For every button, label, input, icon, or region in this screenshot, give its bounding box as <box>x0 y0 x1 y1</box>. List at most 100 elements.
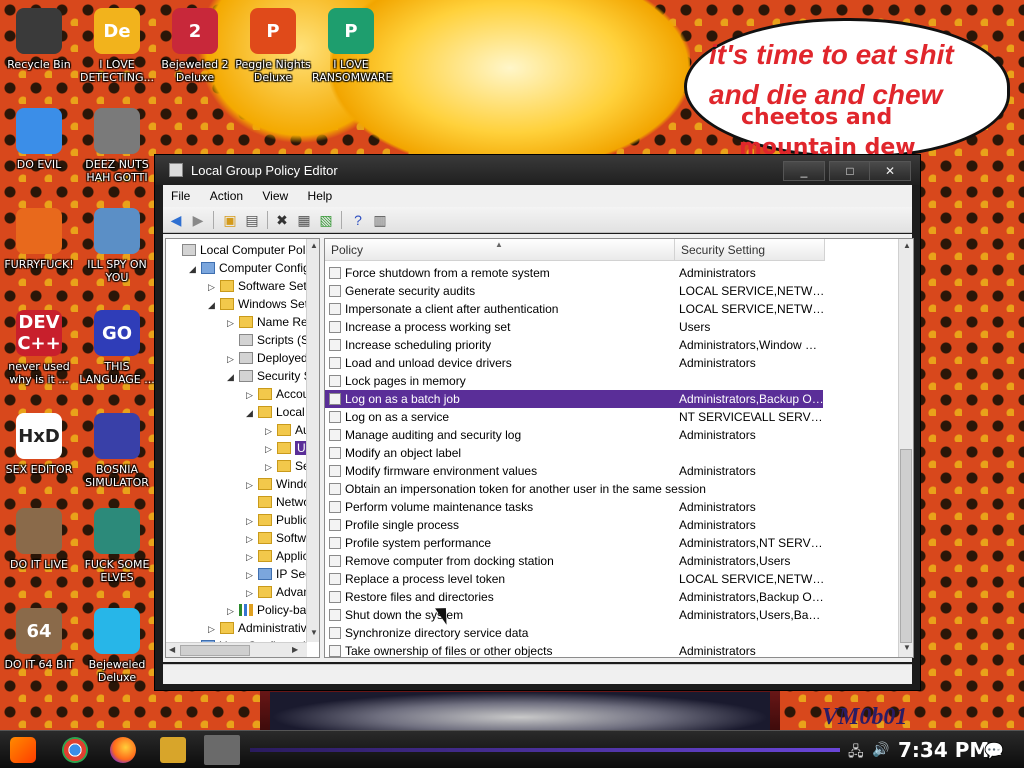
up-folder-icon[interactable]: ▣ <box>221 211 239 229</box>
column-header-security-setting[interactable]: Security Setting <box>675 239 825 261</box>
desktop-icon[interactable]: ILL SPY ON YOU <box>78 208 156 284</box>
tree-expander-icon[interactable]: ▷ <box>246 530 258 548</box>
show-hide-tree-icon[interactable]: ▤ <box>243 211 261 229</box>
policy-row[interactable]: Load and unload device drivers Administra… <box>325 354 905 372</box>
tree-expander-icon[interactable]: ◢ <box>227 368 239 386</box>
menu-help[interactable]: Help <box>300 185 341 203</box>
policy-row[interactable]: Force shutdown from a remote system Admin… <box>325 264 905 282</box>
tree-node[interactable]: ▷ Applica <box>246 547 315 565</box>
policy-row[interactable]: Perform volume maintenance tasks Administ… <box>325 498 905 516</box>
policy-row[interactable]: Increase scheduling priority Administrato… <box>325 336 905 354</box>
desktop-icon[interactable]: 2 Bejeweled 2 Deluxe <box>156 8 234 84</box>
file-explorer-taskbar-icon[interactable] <box>160 737 186 763</box>
desktop-icon[interactable]: BOSNIA SIMULATOR <box>78 413 156 489</box>
tree-expander-icon[interactable]: ▷ <box>227 350 239 368</box>
back-icon[interactable]: ◀ <box>167 211 185 229</box>
policy-row[interactable]: Generate security audits LOCAL SERVICE,NE… <box>325 282 905 300</box>
desktop-icon[interactable]: P Peggle Nights Deluxe <box>234 8 312 84</box>
tree-node[interactable]: ▷ Software Setti <box>208 277 313 295</box>
tree-node[interactable]: Networ <box>246 493 314 511</box>
forward-icon[interactable]: ▶ <box>189 211 207 229</box>
menu-action[interactable]: Action <box>202 185 251 203</box>
properties-icon[interactable]: ▦ <box>295 211 313 229</box>
group-policy-taskbar-icon[interactable] <box>204 735 240 765</box>
title-bar[interactable]: Local Group Policy Editor _ □ ✕ <box>155 155 920 185</box>
policy-row[interactable]: Lock pages in memory <box>325 372 905 390</box>
desktop-icon[interactable]: FUCK SOME ELVES <box>78 508 156 584</box>
tree-vertical-scrollbar[interactable]: ▲ ▼ <box>306 239 319 642</box>
desktop-icon[interactable]: HxD SEX EDITOR <box>0 413 78 476</box>
policy-name-text: Lock pages in memory <box>345 374 466 388</box>
policy-row[interactable]: Modify firmware environment values Admini… <box>325 462 905 480</box>
tree-expander-icon[interactable]: ▷ <box>208 278 220 296</box>
policy-row[interactable]: Modify an object label <box>325 444 905 462</box>
tree-expander-icon[interactable]: ◢ <box>208 296 220 314</box>
start-button-icon[interactable] <box>10 737 36 763</box>
desktop-icon[interactable]: De I LOVE DETECTING... <box>78 8 156 84</box>
policy-row[interactable]: Synchronize directory service data <box>325 624 905 642</box>
policy-row[interactable]: Remove computer from docking station Admi… <box>325 552 905 570</box>
desktop-icon[interactable]: GO THIS LANGUAGE ... <box>78 310 156 386</box>
minimize-button[interactable]: _ <box>783 161 825 181</box>
volume-icon[interactable]: 🔊 <box>872 741 889 758</box>
tree-expander-icon[interactable]: ▷ <box>265 458 277 476</box>
policy-row[interactable]: Manage auditing and security log Administ… <box>325 426 905 444</box>
tree-expander-icon[interactable]: ▷ <box>227 314 239 332</box>
policy-row[interactable]: Restore files and directories Administrat… <box>325 588 905 606</box>
tree-node[interactable]: Scripts (St <box>227 331 312 349</box>
chrome-taskbar-icon[interactable] <box>62 737 88 763</box>
policy-row[interactable]: Take ownership of files or other objects… <box>325 642 905 657</box>
tree-expander-icon[interactable]: ▷ <box>246 476 258 494</box>
tree-node[interactable]: ▷ Administrative <box>208 619 313 637</box>
tree-expander-icon[interactable]: ▷ <box>265 440 277 458</box>
desktop-icon[interactable]: DEV C++ never used why is it ... <box>0 310 78 386</box>
delete-icon[interactable]: ✖ <box>273 211 291 229</box>
tree-node-label: Administrative <box>238 621 314 635</box>
list-vertical-scrollbar[interactable]: ▲ ▼ <box>898 239 913 657</box>
tree-expander-icon[interactable]: ◢ <box>246 404 258 422</box>
desktop-icon[interactable]: 64 DO IT 64 BIT <box>0 608 78 671</box>
network-icon[interactable]: 🖧 <box>848 741 864 765</box>
desktop-icon[interactable]: P I LOVE RANSOMWARE <box>312 8 392 84</box>
policy-row[interactable]: Obtain an impersonation token for anothe… <box>325 480 905 498</box>
tree-node[interactable]: Local Computer Policy <box>170 241 319 259</box>
tree-node[interactable]: ◢ Security S <box>227 367 312 385</box>
policy-row[interactable]: Increase a process working set Users <box>325 318 905 336</box>
tree-expander-icon[interactable]: ◢ <box>189 260 201 278</box>
tree-expander-icon[interactable]: ▷ <box>208 620 220 638</box>
clock[interactable]: 7:34 PM <box>898 738 989 762</box>
tree-expander-icon[interactable]: ▷ <box>246 548 258 566</box>
close-button[interactable]: ✕ <box>869 161 911 181</box>
tree-node[interactable]: ▷ Accou <box>246 385 309 403</box>
desktop-icon[interactable]: DEEZ NUTS HAH GOTTI <box>78 108 156 184</box>
help-icon[interactable]: ? <box>349 211 367 229</box>
desktop-icon[interactable]: Bejeweled Deluxe <box>78 608 156 684</box>
tree-expander-icon[interactable]: ▷ <box>246 566 258 584</box>
tree-horizontal-scrollbar[interactable]: ◀ ▶ <box>166 642 307 657</box>
desktop-icon[interactable]: DO EVIL <box>0 108 78 171</box>
policy-row[interactable]: Log on as a service NT SERVICE\ALL SERVIC… <box>325 408 905 426</box>
policy-row[interactable]: Profile system performance Administrators… <box>325 534 905 552</box>
firefox-taskbar-icon[interactable] <box>110 737 136 763</box>
tree-node[interactable]: ◢ Windows Setti <box>208 295 314 313</box>
desktop-icon[interactable]: Recycle Bin <box>0 8 78 71</box>
policy-row[interactable]: Log on as a batch job Administrators,Back… <box>325 390 825 408</box>
desktop-icon[interactable]: DO IT LIVE <box>0 508 78 571</box>
export-list-icon[interactable]: ▧ <box>317 211 335 229</box>
tree-expander-icon[interactable]: ▷ <box>227 602 239 620</box>
policy-row[interactable]: Impersonate a client after authenticatio… <box>325 300 905 318</box>
menu-file[interactable]: File <box>163 185 198 203</box>
tree-expander-icon[interactable]: ▷ <box>246 512 258 530</box>
policy-row[interactable]: Profile single process Administrators <box>325 516 905 534</box>
tree-expander-icon[interactable]: ▷ <box>265 422 277 440</box>
policy-row[interactable]: Shut down the system Administrators,Users… <box>325 606 905 624</box>
tree-node[interactable]: ▷ Softwa <box>246 529 313 547</box>
tree-node[interactable]: ◢ Computer Configu <box>189 259 316 277</box>
maximize-button[interactable]: □ <box>829 161 871 181</box>
policy-row[interactable]: Replace a process level token LOCAL SERVI… <box>325 570 905 588</box>
tree-expander-icon[interactable]: ▷ <box>246 386 258 404</box>
menu-view[interactable]: View <box>254 185 296 203</box>
desktop-icon[interactable]: FURRYFUCK! <box>0 208 78 271</box>
view-icon[interactable]: ▥ <box>371 211 389 229</box>
tree-expander-icon[interactable]: ▷ <box>246 584 258 602</box>
